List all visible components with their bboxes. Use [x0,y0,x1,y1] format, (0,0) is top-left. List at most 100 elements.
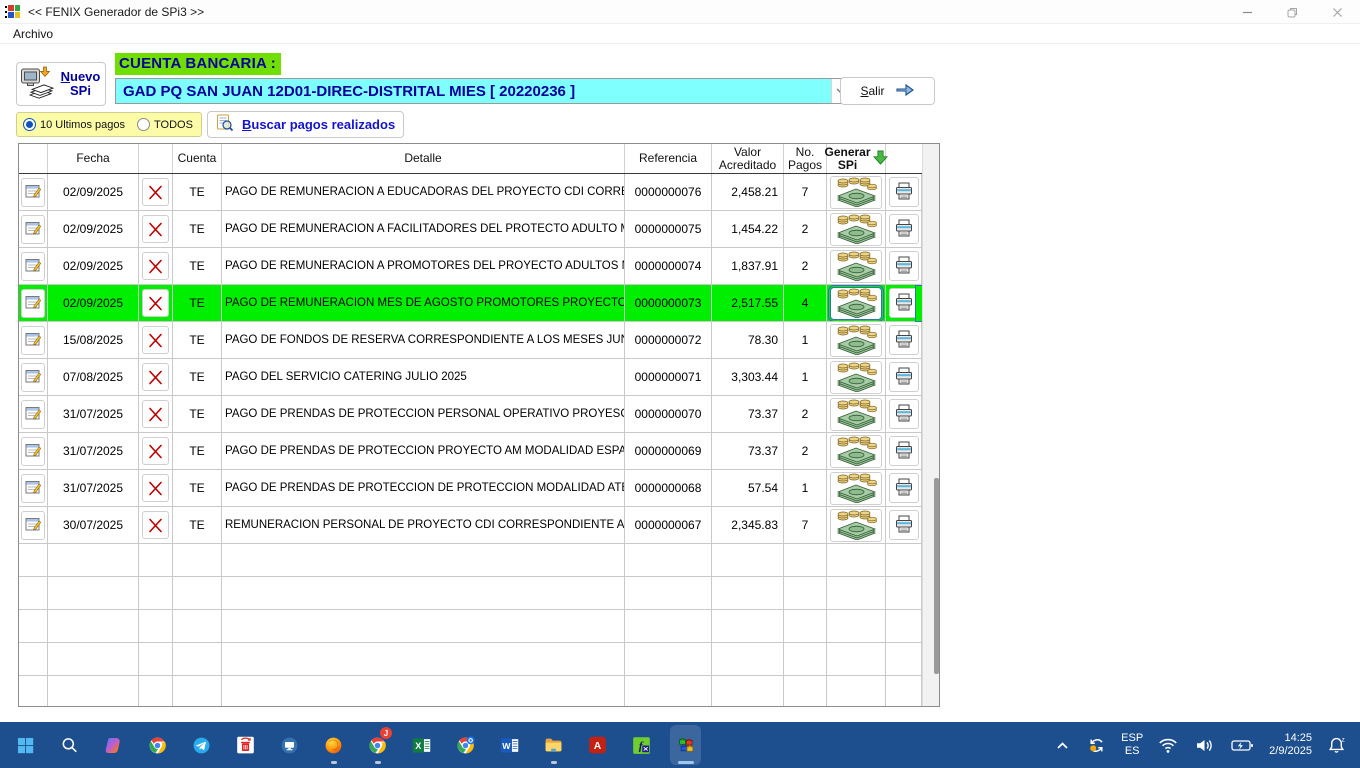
generate-spi-button[interactable] [830,435,882,468]
delete-payment-button[interactable] [142,215,169,243]
menu-archivo[interactable]: Archivo [9,26,57,42]
system-tray: ESPES 14:252/9/2025 z [1053,732,1360,757]
telegram-icon[interactable] [186,725,217,765]
restore-button[interactable] [1270,0,1315,24]
payment-row[interactable]: 02/09/2025TEPAGO DE REMUNERACION A FACIL… [19,211,922,248]
payment-count: 1 [784,470,827,507]
svg-text:W: W [502,741,511,751]
chrome-remote-icon[interactable] [450,725,481,765]
edit-payment-button[interactable] [21,215,45,244]
payment-row[interactable]: 30/07/2025TEREMUNERACION PERSONAL DE PRO… [19,507,922,544]
taskbar: JX W Af ESPES 14:252/9/2025 z [0,722,1360,768]
fenix-icon[interactable]: f [626,725,657,765]
payment-reference: 0000000068 [625,470,712,507]
clock[interactable]: 14:252/9/2025 [1269,732,1312,757]
firefox-icon[interactable] [318,725,349,765]
empty-row [19,610,922,643]
payment-row[interactable]: 02/09/2025TEPAGO DE REMUNERACION A PROMO… [19,248,922,285]
radio-todos[interactable]: TODOS [137,118,193,131]
vertical-scrollbar[interactable] [922,144,939,706]
delete-payment-button[interactable] [142,326,169,354]
edit-payment-button[interactable] [21,326,45,355]
delete-payment-button[interactable] [142,511,169,539]
edit-payment-button[interactable] [21,178,45,207]
header-fecha: Fecha [48,144,139,173]
generate-spi-button[interactable] [830,509,882,542]
language-indicator[interactable]: ESPES [1121,732,1143,757]
acrobat-icon[interactable]: A [582,725,613,765]
delete-payment-button[interactable] [142,178,169,206]
print-payment-button[interactable] [889,177,919,207]
delete-payment-button[interactable] [142,437,169,465]
chrome-profile-icon[interactable]: J [362,725,393,765]
payment-row[interactable]: 02/09/2025TEPAGO DE REMUNERACION MES DE … [19,285,922,322]
generate-spi-button[interactable] [830,361,882,394]
delete-payment-button[interactable] [142,252,169,280]
edit-payment-button[interactable] [21,400,45,429]
generate-spi-button[interactable] [830,213,882,246]
payment-row[interactable]: 31/07/2025TEPAGO DE PRENDAS DE PROTECCIO… [19,433,922,470]
empty-row [19,577,922,610]
recycle-tool-icon[interactable] [230,725,261,765]
print-payment-button[interactable] [889,436,919,466]
generate-spi-button[interactable] [830,176,882,209]
sync-status-icon[interactable] [1085,734,1108,757]
print-payment-button[interactable] [889,399,919,429]
radio-10-ultimos[interactable]: 10 Ultimos pagos [23,118,125,131]
fenix-spi-icon[interactable] [670,725,701,765]
nuevo-spi-button[interactable]: Nuevo SPi [16,62,106,106]
edit-payment-button[interactable] [21,289,45,318]
chrome-icon[interactable] [142,725,173,765]
print-payment-button[interactable] [889,325,919,355]
delete-payment-button[interactable] [142,474,169,502]
header-generar-spi: GenerarSPi [827,144,886,173]
edit-payment-button[interactable] [21,437,45,466]
print-payment-button[interactable] [889,214,919,244]
payment-row[interactable]: 15/08/2025TEPAGO DE FONDOS DE RESERVA CO… [19,322,922,359]
edit-payment-button[interactable] [21,474,45,503]
payment-count: 7 [784,507,827,544]
notification-bell-icon[interactable]: z [1325,734,1348,757]
remote-desktop-icon[interactable] [274,725,305,765]
copilot-icon[interactable] [98,725,129,765]
print-payment-button[interactable] [889,362,919,392]
file-explorer-icon[interactable] [538,725,569,765]
generate-spi-button[interactable] [830,324,882,357]
buscar-pagos-button[interactable]: Buscar pagos realizados [207,111,404,138]
volume-icon[interactable] [1193,735,1216,756]
printer-icon [894,255,914,278]
print-payment-button[interactable] [889,288,919,318]
payment-row[interactable]: 31/07/2025TEPAGO DE PRENDAS DE PROTECCIO… [19,396,922,433]
search-icon[interactable] [54,725,85,765]
delete-payment-button[interactable] [142,289,169,317]
payment-amount: 73.37 [712,433,784,470]
payment-row[interactable]: 07/08/2025TEPAGO DEL SERVICIO CATERING J… [19,359,922,396]
hidden-icons-chevron-icon[interactable] [1053,737,1072,754]
delete-payment-button[interactable] [142,363,169,391]
payments-grid-body: 02/09/2025TEPAGO DE REMUNERACION A EDUCA… [19,174,922,707]
generate-spi-button[interactable] [830,398,882,431]
close-button[interactable] [1315,0,1360,24]
payment-count: 2 [784,396,827,433]
payment-row[interactable]: 31/07/2025TEPAGO DE PRENDAS DE PROTECCIO… [19,470,922,507]
edit-payment-button[interactable] [21,363,45,392]
generate-spi-button[interactable] [830,472,882,505]
start-icon[interactable] [10,725,41,765]
print-payment-button[interactable] [889,251,919,281]
print-payment-button[interactable] [889,473,919,503]
excel-icon[interactable]: X [406,725,437,765]
wifi-icon[interactable] [1156,735,1180,756]
scrollbar-thumb[interactable] [934,478,939,674]
cuenta-bancaria-select[interactable]: GAD PQ SAN JUAN 12D01-DIREC-DISTRITAL MI… [115,78,851,104]
generate-spi-button[interactable] [830,287,882,320]
delete-payment-button[interactable] [142,400,169,428]
generate-spi-button[interactable] [830,250,882,283]
edit-payment-button[interactable] [21,511,45,540]
payment-row[interactable]: 02/09/2025TEPAGO DE REMUNERACION A EDUCA… [19,174,922,211]
print-payment-button[interactable] [889,510,919,540]
salir-button[interactable]: Salir [840,77,935,105]
word-icon[interactable]: W [494,725,525,765]
edit-payment-button[interactable] [21,252,45,281]
minimize-button[interactable] [1225,0,1270,24]
battery-icon[interactable] [1229,735,1256,756]
